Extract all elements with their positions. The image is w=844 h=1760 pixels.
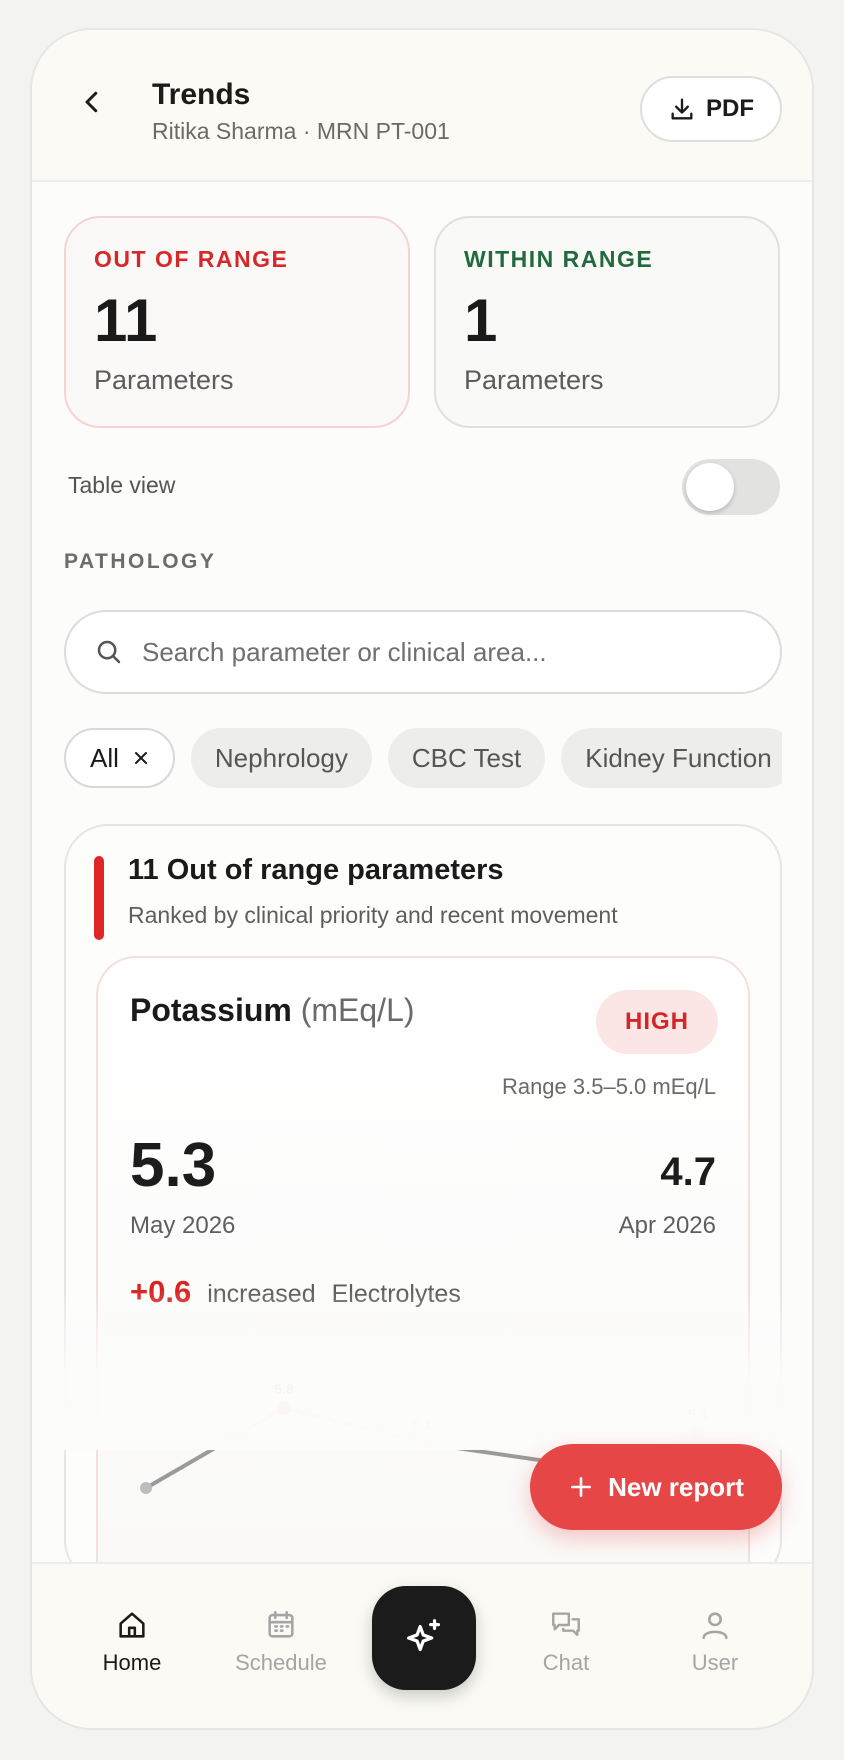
chevron-left-icon	[85, 91, 98, 113]
search-icon	[97, 640, 121, 664]
filter-chip-kidney-function[interactable]: Kidney Function	[561, 728, 782, 788]
section-title: PATHOLOGY	[64, 550, 217, 573]
list-title: 11 Out of range parameters	[128, 854, 504, 886]
list-subtitle: Ranked by clinical priority and recent m…	[128, 902, 618, 928]
plus-icon	[571, 1477, 592, 1497]
search-input[interactable]: Search parameter or clinical area...	[64, 610, 782, 694]
nav-chat[interactable]: Chat	[506, 1608, 626, 1676]
page-title: Trends	[152, 78, 251, 111]
parameter-unit: (mEq/L)	[300, 992, 415, 1028]
data-point[interactable]	[140, 1482, 152, 1494]
status-badge: HIGH	[596, 990, 718, 1054]
data-point[interactable]	[415, 1436, 429, 1450]
table-view-label: Table view	[68, 472, 176, 498]
calendar-icon	[268, 1610, 294, 1638]
nav-home[interactable]: Home	[72, 1608, 192, 1676]
previous-date: Apr 2026	[618, 1212, 716, 1239]
back-button[interactable]	[70, 80, 114, 124]
patient-subtitle: Ritika Sharma · MRN PT-001	[152, 118, 450, 144]
user-icon	[702, 1612, 728, 1640]
parameter-name-line: Potassium (mEq/L)	[130, 992, 415, 1029]
filter-chip-nephrology[interactable]: Nephrology	[190, 728, 372, 788]
accent-bar	[94, 856, 104, 940]
out-of-range-count: 11	[94, 287, 158, 354]
data-label: 5.1	[412, 1416, 432, 1432]
bottom-nav: Home Schedule Chat User	[32, 1562, 812, 1728]
data-label: 5.3	[688, 1406, 708, 1422]
phone-frame: Trends Ritika Sharma · MRN PT-001 PDF OU…	[30, 28, 814, 1730]
nav-schedule[interactable]: Schedule	[221, 1608, 341, 1676]
new-report-label: New report	[608, 1471, 744, 1502]
new-report-button[interactable]: New report	[530, 1444, 782, 1530]
header: Trends Ritika Sharma · MRN PT-001 PDF	[32, 30, 812, 182]
previous-value: 4.7	[660, 1150, 716, 1194]
delta-value: +0.6	[130, 1274, 192, 1309]
table-view-toggle[interactable]	[682, 459, 780, 515]
data-point[interactable]	[691, 1426, 705, 1440]
out-of-range-card[interactable]: OUT OF RANGE 11 Parameters	[64, 216, 410, 428]
chat-icon	[552, 1612, 580, 1637]
delta-row: +0.6 increased Electrolytes	[130, 1274, 461, 1310]
ai-assistant-button[interactable]	[372, 1586, 476, 1690]
nav-chat-label: Chat	[542, 1650, 590, 1675]
home-icon	[119, 1612, 145, 1638]
out-of-range-label: OUT OF RANGE	[94, 246, 289, 272]
nav-home-label: Home	[102, 1650, 162, 1675]
sparkle-icon	[407, 1619, 441, 1652]
close-icon[interactable]	[133, 750, 149, 766]
pdf-download-button[interactable]: PDF	[640, 76, 782, 142]
within-range-unit: Parameters	[464, 365, 604, 395]
parameter-name: Potassium	[130, 992, 292, 1028]
filter-chip-label: All	[90, 742, 119, 773]
within-range-card[interactable]: WITHIN RANGE 1 Parameters	[434, 216, 780, 428]
pdf-label: PDF	[706, 95, 754, 122]
search-placeholder: Search parameter or clinical area...	[142, 636, 547, 667]
nav-user[interactable]: User	[655, 1608, 775, 1676]
data-label: 5.8	[274, 1381, 294, 1397]
parameter-category: Electrolytes	[331, 1280, 461, 1308]
delta-direction: increased	[207, 1280, 316, 1308]
download-icon	[671, 98, 693, 120]
current-date: May 2026	[130, 1212, 236, 1239]
filter-chips: All Nephrology CBC Test Kidney Function	[64, 728, 782, 792]
within-range-count: 1	[464, 287, 498, 354]
filter-chip-all[interactable]: All	[64, 728, 175, 788]
parameter-card[interactable]: Potassium (mEq/L) HIGH Range 3.5–5.0 mEq…	[96, 956, 750, 1656]
within-range-label: WITHIN RANGE	[464, 246, 654, 272]
nav-user-label: User	[691, 1650, 739, 1675]
nav-schedule-label: Schedule	[235, 1650, 327, 1675]
reference-range: Range 3.5–5.0 mEq/L	[501, 1074, 716, 1099]
out-of-range-unit: Parameters	[94, 365, 234, 395]
filter-chip-cbc-test[interactable]: CBC Test	[387, 728, 546, 788]
toggle-knob	[686, 463, 734, 511]
current-value: 5.3	[130, 1131, 217, 1200]
data-point[interactable]	[277, 1401, 291, 1415]
